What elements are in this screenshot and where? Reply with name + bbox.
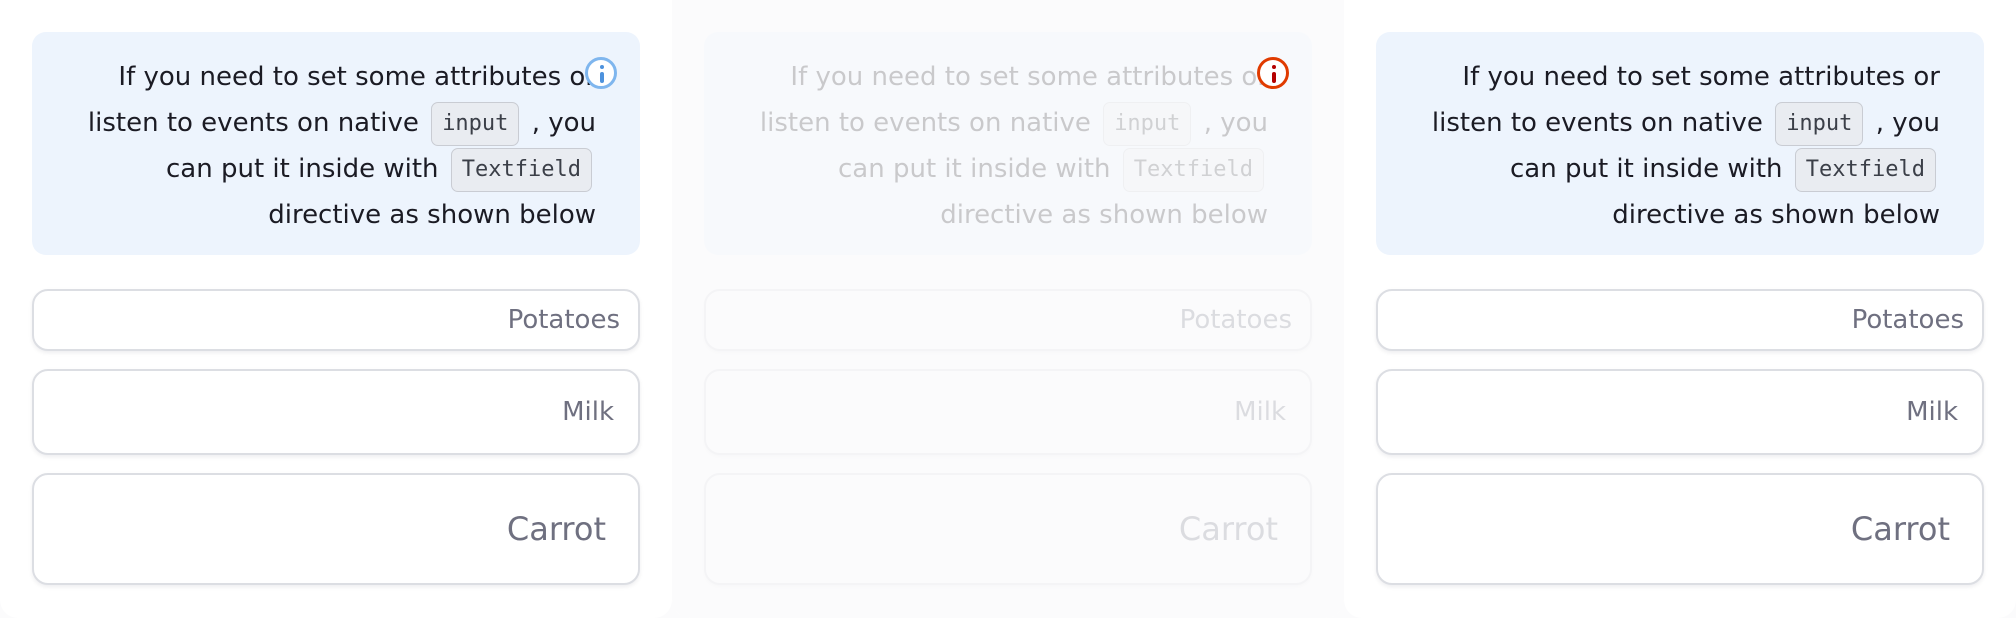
info-circle-icon: [585, 57, 617, 89]
textfield-placeholder: Carrot: [1178, 510, 1278, 548]
info-message: If you need to set some attributes or li…: [52, 54, 596, 238]
textfield-placeholder: Milk: [1906, 397, 1958, 427]
textfield-carrot[interactable]: Carrot: [704, 473, 1312, 585]
code-snippet-input: input: [1103, 101, 1192, 146]
textfield-placeholder: Milk: [562, 397, 614, 427]
textfield-placeholder: Potatoes: [1179, 305, 1292, 335]
code-snippet-input: input: [431, 101, 520, 146]
textfield-placeholder: Potatoes: [1851, 305, 1964, 335]
info-text-line: If you need to set some attributes or: [118, 62, 596, 92]
code-snippet-textfield: Textfield: [1794, 147, 1936, 192]
textfield-potatoes[interactable]: Potatoes: [704, 289, 1312, 351]
info-text-line: listen to events on native: [759, 108, 1091, 138]
info-text-line: listen to events on native: [87, 108, 419, 138]
textfield-potatoes[interactable]: Potatoes: [32, 289, 640, 351]
textfield-carrot[interactable]: Carrot: [32, 473, 640, 585]
textfield-milk[interactable]: Milk: [704, 369, 1312, 455]
textfield-milk[interactable]: Milk: [1376, 369, 1984, 455]
info-notification: If you need to set some attributes or li…: [704, 32, 1312, 255]
info-text-line: listen to events on native: [1431, 108, 1763, 138]
info-text-line: , you: [1203, 108, 1268, 138]
info-text-line: directive as shown below: [268, 200, 596, 230]
info-message: If you need to set some attributes or li…: [724, 54, 1268, 238]
textfield-potatoes[interactable]: Potatoes: [1376, 289, 1984, 351]
info-text-line: , you: [531, 108, 596, 138]
textfield-placeholder: Carrot: [506, 510, 606, 548]
textfield-demo-panel-2: If you need to set some attributes or li…: [672, 0, 1344, 618]
info-text-line: can put it inside with: [1510, 154, 1783, 184]
info-notification: If you need to set some attributes or li…: [1376, 32, 1984, 255]
textfield-placeholder: Carrot: [1850, 510, 1950, 548]
info-text-line: can put it inside with: [166, 154, 439, 184]
textfield-carrot[interactable]: Carrot: [1376, 473, 1984, 585]
info-text-line: directive as shown below: [940, 200, 1268, 230]
info-text-line: can put it inside with: [838, 154, 1111, 184]
code-snippet-textfield: Textfield: [450, 147, 592, 192]
textfield-demo-panel-3: If you need to set some attributes or li…: [1344, 0, 2016, 618]
info-message: If you need to set some attributes or li…: [1396, 54, 1940, 238]
code-snippet-textfield: Textfield: [1122, 147, 1264, 192]
textfield-demo-panel-1: If you need to set some attributes or li…: [0, 0, 672, 618]
info-text-line: If you need to set some attributes or: [790, 62, 1268, 92]
textfield-placeholder: Milk: [1234, 397, 1286, 427]
info-text-line: directive as shown below: [1612, 200, 1940, 230]
info-notification: If you need to set some attributes or li…: [32, 32, 640, 255]
info-text-line: If you need to set some attributes or: [1462, 62, 1940, 92]
code-snippet-input: input: [1775, 101, 1864, 146]
textfield-placeholder: Potatoes: [507, 305, 620, 335]
info-text-line: , you: [1875, 108, 1940, 138]
textfield-milk[interactable]: Milk: [32, 369, 640, 455]
